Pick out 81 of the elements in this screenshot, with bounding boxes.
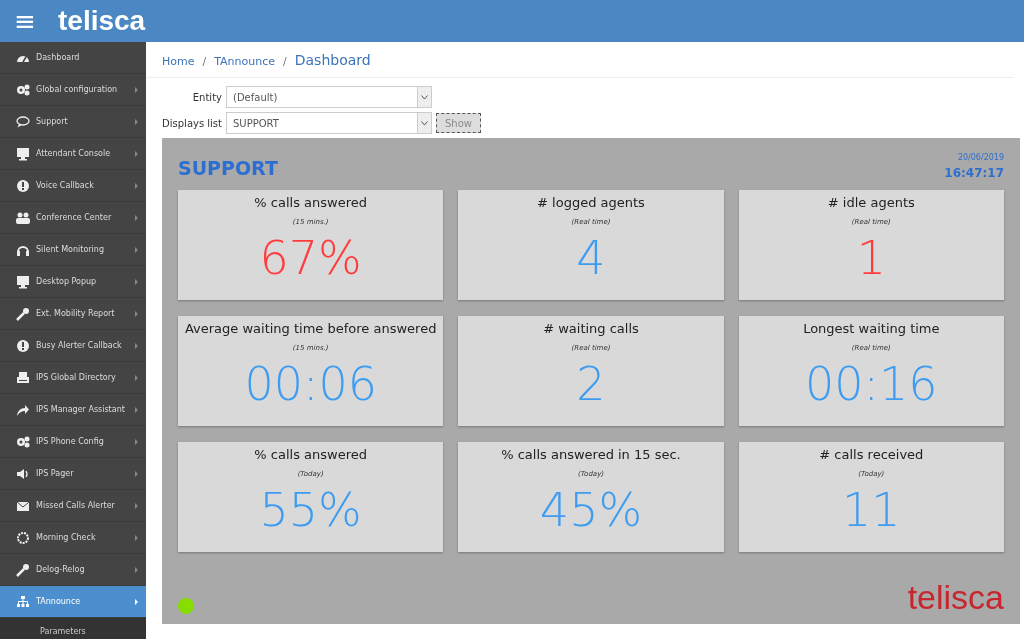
stat-value: 00:16 — [805, 361, 938, 407]
breadcrumb-link[interactable]: TAnnounce — [214, 54, 276, 71]
chevron-down-icon — [421, 94, 428, 100]
stat-title: # calls received — [819, 446, 924, 464]
sidebar-item[interactable]: Support — [0, 106, 146, 138]
panel-title: SUPPORT — [178, 155, 278, 181]
stat-title: % calls answered — [254, 194, 367, 212]
stat-title: # idle agents — [827, 194, 915, 212]
date: 20/06/2019 — [957, 152, 1004, 164]
exclamation-icon — [16, 178, 30, 193]
sidebar-item[interactable]: IPS Global Directory — [0, 362, 146, 394]
stat-title: % calls answered — [254, 446, 367, 464]
sitemap-icon — [16, 594, 30, 609]
sidebar-item[interactable]: IPS Manager Assistant — [0, 394, 146, 426]
gear-icon — [16, 530, 30, 545]
field-label: Entity — [191, 90, 222, 105]
breadcrumb-separator: / — [283, 54, 287, 70]
monitor-icon — [16, 146, 30, 161]
stat-title: # logged agents — [537, 194, 645, 212]
stat-value: 1 — [856, 235, 886, 281]
caret-icon — [135, 534, 138, 541]
select-field[interactable]: (Default) — [226, 86, 432, 108]
caret-icon — [135, 502, 138, 509]
caret-icon — [135, 86, 138, 93]
caret-icon — [135, 246, 138, 253]
sidebar-item[interactable]: Dashboard — [0, 42, 146, 74]
caret-icon — [135, 598, 138, 605]
sidebar-item[interactable]: Conference Center — [0, 202, 146, 234]
sidebar-item[interactable]: IPS Phone Config — [0, 426, 146, 458]
breadcrumb-separator: / — [202, 54, 207, 70]
menu-button[interactable]: ≡ — [0, 0, 50, 42]
speech-bubble-icon — [16, 114, 30, 129]
stat-value: 45% — [539, 487, 643, 533]
stat-value: 4 — [576, 235, 606, 281]
caret-icon — [135, 374, 138, 381]
caret-icon — [135, 342, 138, 349]
stat-value: 2 — [576, 361, 606, 407]
caret-icon — [135, 438, 138, 445]
sidebar-item[interactable]: Missed Calls Alerter — [0, 490, 146, 522]
caret-icon — [135, 118, 138, 125]
stat-title: % calls answered in 15 sec. — [501, 446, 681, 464]
stat-value: 00:06 — [244, 361, 377, 407]
breadcrumb-current: Dashboard — [294, 51, 371, 70]
field-label: Displays list — [162, 116, 222, 131]
stat-title: Longest waiting time — [803, 320, 940, 338]
gears-icon — [16, 434, 30, 449]
time: 16:47:17 — [944, 165, 1004, 182]
sidebar-item[interactable]: Silent Monitoring — [0, 234, 146, 266]
caret-icon — [135, 566, 138, 573]
submenu-item[interactable]: Parameters — [0, 618, 146, 639]
sidebar-item[interactable]: Voice Callback — [0, 170, 146, 202]
sidebar-item[interactable]: Busy Alerter Callback — [0, 330, 146, 362]
speaker-icon — [16, 466, 30, 481]
sidebar-item[interactable]: Ext. Mobility Report — [0, 298, 146, 330]
sidebar-item[interactable]: Global configuration — [0, 74, 146, 106]
monitor-icon — [16, 274, 30, 289]
stat-value: 67% — [259, 235, 362, 281]
printer-icon — [16, 370, 30, 385]
gears-icon — [16, 82, 30, 97]
breadcrumb-link[interactable]: Home — [162, 54, 195, 71]
sidebar-item[interactable]: Desktop Popup — [0, 266, 146, 298]
select-field[interactable]: SUPPORT — [226, 112, 432, 134]
caret-icon — [135, 310, 138, 317]
stat-title: Average waiting time before answered — [184, 320, 437, 338]
logo: telisca — [907, 580, 1004, 614]
caret-icon — [135, 150, 138, 157]
logo: telisca — [58, 4, 146, 38]
chevron-down-icon — [421, 120, 428, 126]
caret-icon — [135, 278, 138, 285]
sidebar-item[interactable]: IPS Pager — [0, 458, 146, 490]
exclamation-icon — [16, 338, 30, 353]
caret-icon — [135, 470, 138, 477]
stat-value: 55% — [259, 487, 362, 533]
stat-value: 11 — [842, 487, 901, 533]
caret-icon — [135, 182, 138, 189]
caret-icon — [135, 214, 138, 221]
people-icon — [16, 210, 30, 225]
sidebar-item[interactable]: Attendant Console — [0, 138, 146, 170]
sidebar-item[interactable]: Morning Check — [0, 522, 146, 554]
stat-title: # waiting calls — [543, 320, 639, 338]
caret-icon — [135, 406, 138, 413]
